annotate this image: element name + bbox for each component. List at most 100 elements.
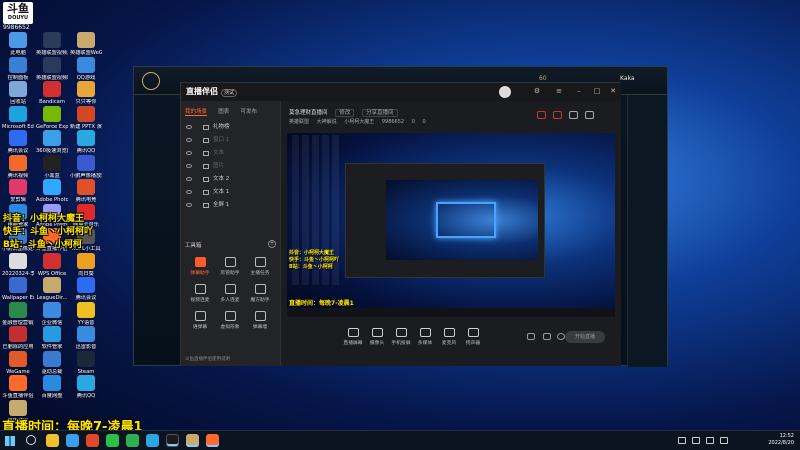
tab-publish[interactable]: 可发布 [241, 107, 258, 115]
desktop-icon[interactable]: 软件管家 [36, 326, 68, 350]
scene-item[interactable]: 窗口 1 [185, 134, 277, 147]
desktop-icon[interactable]: 20220324-李鸿川 [2, 252, 34, 277]
desktop-icon[interactable]: Adobe Photosh... [36, 179, 68, 203]
source-button[interactable]: 扬声器 [461, 328, 485, 346]
tool-item[interactable]: 弹幕墙 [245, 309, 275, 336]
desktop-icon[interactable]: 控制面板 [2, 56, 34, 81]
layout-icon[interactable] [543, 333, 551, 340]
usage-notice[interactable]: 斗鱼直播伴侣使用说明 [185, 356, 230, 362]
start-live-button[interactable]: 开始直播 [565, 331, 605, 343]
desktop-icon[interactable]: Steam [70, 350, 102, 375]
desktop-icon[interactable]: 腾讯QQ [70, 130, 102, 154]
desktop-icon[interactable]: 新建 PPTX 演示文稿 [70, 105, 102, 130]
eye-icon[interactable] [186, 164, 192, 168]
desktop-icon[interactable]: 腾讯QQ [70, 375, 102, 399]
eye-icon[interactable] [186, 138, 192, 142]
desktop-icon[interactable]: 回收站 [2, 81, 34, 105]
desktop-icon[interactable]: 已删除的应用 [2, 326, 34, 350]
eye-icon[interactable] [186, 190, 192, 194]
share-button[interactable]: 分享直播间 [362, 109, 398, 117]
eye-icon[interactable] [186, 151, 192, 155]
tool-item[interactable]: 视频连麦 [185, 282, 215, 309]
desktop-icon[interactable]: 360极速浏览器 [36, 130, 68, 154]
desktop-icon[interactable]: 小鹏声像播放器 [70, 154, 102, 179]
clock[interactable]: 12:52 2022/8/20 [768, 433, 794, 447]
desktop-icon[interactable]: 爱剪辑 [2, 179, 34, 203]
desktop-icon[interactable]: 英雄联盟WeGame版 [70, 32, 102, 56]
desktop-icon[interactable]: 只只等你 [70, 81, 102, 105]
desktop-icon[interactable]: GeForce Experience [36, 105, 68, 130]
eye-icon[interactable] [186, 177, 192, 181]
scene-item[interactable]: 全屏 1 [185, 199, 277, 212]
file-explorer-icon[interactable] [46, 434, 59, 447]
volume-icon[interactable] [706, 437, 714, 444]
windows-start-icon[interactable] [5, 436, 15, 446]
chrome-icon[interactable] [66, 434, 79, 447]
desktop-icon[interactable]: 斗鱼直播伴侣 [2, 375, 34, 399]
share-icon[interactable] [585, 111, 594, 119]
desktop-icon[interactable]: 此电脑 [2, 32, 34, 56]
avatar[interactable] [499, 86, 511, 98]
gift-icon[interactable] [537, 111, 546, 119]
tool-item[interactable]: 主播任务 [245, 255, 275, 282]
league-social-panel[interactable] [627, 95, 667, 367]
ime-icon[interactable] [720, 437, 728, 444]
desktop-icon[interactable]: QQ游戏 [70, 56, 102, 81]
edit-button[interactable]: 修改 [335, 109, 355, 117]
add-tool-button[interactable]: + [268, 240, 276, 248]
tray-up-icon[interactable] [678, 437, 686, 444]
minimize-icon[interactable]: – [575, 87, 583, 95]
source-button[interactable]: 多媒体 [413, 328, 437, 346]
settings-icon[interactable]: ⚙ [533, 87, 541, 95]
search-icon[interactable] [26, 435, 36, 445]
desktop-icon[interactable]: WeGame [2, 350, 34, 375]
desktop-icon[interactable]: LeagueDir... [36, 277, 68, 301]
tab-charts[interactable]: 图表 [218, 107, 229, 115]
desktop-icon[interactable]: YY语音 [70, 301, 102, 326]
desktop-icon[interactable]: 向日葵 [70, 252, 102, 277]
desktop-icon[interactable]: Bandicam [36, 81, 68, 105]
scene-item[interactable]: 文本 2 [185, 173, 277, 186]
qq-icon[interactable] [146, 434, 159, 447]
scene-item[interactable]: 图片 [185, 160, 277, 173]
desktop-icon[interactable]: 小黑盒 [36, 154, 68, 179]
desktop-icon[interactable]: 英雄联盟视频bgm [36, 56, 68, 81]
scene-item[interactable]: 文本 1 [185, 186, 277, 199]
desktop-icon[interactable]: 金融管理营销方案 [2, 301, 34, 326]
desktop-icon[interactable]: 企业微信 [36, 301, 68, 326]
source-button[interactable]: 手机投屏 [389, 328, 413, 346]
tool-item[interactable]: 语弹幕 [185, 309, 215, 336]
douyu-taskbar-icon[interactable] [206, 434, 219, 447]
scene-item[interactable]: 礼物榜 [185, 121, 277, 134]
close-icon[interactable]: ✕ [609, 87, 617, 95]
desktop-icon[interactable]: 百度网盘 [36, 375, 68, 399]
category-label[interactable]: 英雄联盟 [289, 119, 309, 125]
source-button[interactable]: 麦克风 [437, 328, 461, 346]
live-companion-window[interactable]: 直播伴侣 测试 ⚙ ≡ – □ ✕ 我的场景 图表 可发布 礼物榜 窗口 1 文本 图片… [180, 82, 621, 366]
tool-item[interactable]: 多人连麦 [215, 282, 245, 309]
refresh-icon[interactable] [569, 111, 578, 119]
desktop-icon[interactable]: Microsoft Edge [2, 105, 34, 130]
desktop-icon[interactable]: WPS Office [36, 252, 68, 277]
desktop-icon[interactable]: Wallpaper Engine：壁纸 [2, 277, 34, 301]
tool-item[interactable]: 魔方助手 [245, 282, 275, 309]
stream-preview[interactable]: 抖音：小柯柯大魔王 快手：斗鱼丶小柯柯吖 B站：斗鱼丶小柯柯 直播时间：每晚7-… [287, 133, 615, 317]
desktop-icon[interactable]: 腾讯会议 [70, 277, 102, 301]
maximize-icon[interactable]: □ [593, 87, 601, 95]
record-icon[interactable] [527, 333, 535, 340]
task-icon[interactable] [553, 111, 562, 119]
wechat-icon[interactable] [106, 434, 119, 447]
desktop-icon[interactable]: 驱动总裁 [36, 350, 68, 375]
menu-icon[interactable]: ≡ [555, 87, 563, 95]
desktop-icon[interactable]: 腾讯视频 [2, 154, 34, 179]
league-logo-icon[interactable] [142, 72, 160, 90]
scene-item[interactable]: 文本 [185, 147, 277, 160]
tool-item[interactable]: 弹幕助手 [185, 255, 215, 282]
desktop-icon[interactable]: 腾讯会议 [2, 130, 34, 154]
network-icon[interactable] [692, 437, 700, 444]
desktop-icon[interactable]: 英雄联盟视频素材 [36, 32, 68, 56]
tag-label[interactable]: 大神解说 [317, 119, 337, 125]
league-taskbar-icon[interactable] [186, 434, 199, 447]
tool-item[interactable]: 房管助手 [215, 255, 245, 282]
messenger-icon[interactable] [126, 434, 139, 447]
